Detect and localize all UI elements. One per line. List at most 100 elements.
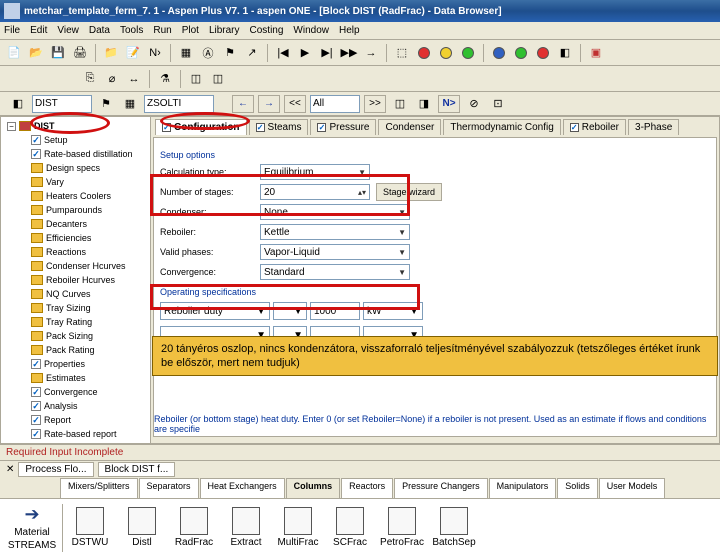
tb-ff-icon[interactable]: ▶▶ <box>339 43 359 63</box>
nav-p2-icon[interactable]: ◨ <box>414 94 434 114</box>
tb2-b1-icon[interactable]: ◫ <box>186 69 206 89</box>
menu-plot[interactable]: Plot <box>182 25 199 36</box>
tb-prev-icon[interactable]: |◀ <box>273 43 293 63</box>
tb-flag-icon[interactable]: ⚑ <box>220 43 240 63</box>
tree-item[interactable]: Analysis <box>1 399 150 413</box>
tb-dot-green2[interactable] <box>511 43 531 63</box>
tb-cube-icon[interactable]: ◧ <box>555 43 575 63</box>
tb-open-icon[interactable]: 📂 <box>26 43 46 63</box>
tree-item[interactable]: User Subroutines <box>1 441 150 443</box>
valid-phases-select[interactable]: Vapor-Liquid▼ <box>260 244 410 260</box>
nav-grid-icon[interactable]: ▦ <box>120 94 140 114</box>
tree-item[interactable]: Convergence <box>1 385 150 399</box>
nav-n-button[interactable]: N> <box>438 95 460 113</box>
spec1-basis-select[interactable]: ▼ <box>273 302 307 320</box>
palette-item[interactable]: DSTWU <box>65 507 115 548</box>
menu-tools[interactable]: Tools <box>120 25 143 36</box>
tree-item[interactable]: NQ Curves <box>1 287 150 301</box>
ptab[interactable]: Mixers/Splitters <box>60 478 138 498</box>
menu-library[interactable]: Library <box>209 25 240 36</box>
tb-doc-icon[interactable]: 📝 <box>123 43 143 63</box>
tb-next-icon[interactable]: N› <box>145 43 165 63</box>
tb-play-icon[interactable]: ▶ <box>295 43 315 63</box>
tree-item[interactable]: Condenser Hcurves <box>1 259 150 273</box>
ptab[interactable]: Reactors <box>341 478 393 498</box>
reboiler-select[interactable]: Kettle▼ <box>260 224 410 240</box>
palette-item[interactable]: RadFrac <box>169 507 219 548</box>
ptab[interactable]: Columns <box>286 478 341 498</box>
nav-user-select[interactable] <box>144 95 214 113</box>
tab-pressure[interactable]: Pressure <box>310 119 376 135</box>
nav-next-button[interactable]: >> <box>364 95 386 113</box>
menu-file[interactable]: File <box>4 25 20 36</box>
spec1-value-input[interactable]: 1000 <box>310 302 360 320</box>
nav-block-select[interactable] <box>32 95 92 113</box>
palette-material[interactable]: ➔ Material STREAMS <box>4 504 60 551</box>
ptab[interactable]: Pressure Changers <box>394 478 488 498</box>
stage-wizard-button[interactable]: Stage wizard <box>376 183 442 201</box>
tb-grid-icon[interactable]: ▦ <box>176 43 196 63</box>
tb-a-icon[interactable]: Ⓐ <box>198 43 218 63</box>
spec1-unit-select[interactable]: kW▼ <box>363 302 423 320</box>
tree-item[interactable]: Decanters <box>1 217 150 231</box>
nav-scope-select[interactable] <box>310 95 360 113</box>
tree-item[interactable]: Rate-based distillation <box>1 147 150 161</box>
stages-input[interactable]: 20▴▾ <box>260 184 370 200</box>
tree-item[interactable]: Reactions <box>1 245 150 259</box>
tree-item[interactable]: Pumparounds <box>1 203 150 217</box>
menu-view[interactable]: View <box>57 25 79 36</box>
ptab[interactable]: User Models <box>599 478 666 498</box>
menu-help[interactable]: Help <box>339 25 360 36</box>
tab-reboiler[interactable]: Reboiler <box>563 119 626 135</box>
menu-costing[interactable]: Costing <box>250 25 284 36</box>
tree-item[interactable]: Pack Rating <box>1 343 150 357</box>
tb-square-icon[interactable]: ⬚ <box>392 43 412 63</box>
ptab[interactable]: Heat Exchangers <box>200 478 285 498</box>
tb-go-icon[interactable]: → <box>361 43 381 63</box>
palette-item[interactable]: BatchSep <box>429 507 479 548</box>
condenser-select[interactable]: None▼ <box>260 204 410 220</box>
nav-x1-icon[interactable]: ⊘ <box>464 94 484 114</box>
tab-streams[interactable]: Steams <box>249 119 309 135</box>
tb-dot-red2[interactable] <box>533 43 553 63</box>
calc-type-select[interactable]: Equilibrium▼ <box>260 164 370 180</box>
tb2-a-icon[interactable]: ⚗ <box>155 69 175 89</box>
tb-step-icon[interactable]: ▶| <box>317 43 337 63</box>
tb-dot-yellow[interactable] <box>436 43 456 63</box>
convergence-select[interactable]: Standard▼ <box>260 264 410 280</box>
tree-item[interactable]: Reboiler Hcurves <box>1 273 150 287</box>
nav-tree-icon[interactable]: ◧ <box>8 94 28 114</box>
tree-item[interactable]: Tray Sizing <box>1 301 150 315</box>
menu-data[interactable]: Data <box>89 25 110 36</box>
tree-item[interactable]: Efficiencies <box>1 231 150 245</box>
tb-dot-blue[interactable] <box>489 43 509 63</box>
tb-arrow-icon[interactable]: ↗ <box>242 43 262 63</box>
palette-item[interactable]: Distl <box>117 507 167 548</box>
nav-back-button[interactable]: ← <box>232 95 254 113</box>
tab-3phase[interactable]: 3-Phase <box>628 119 679 135</box>
menu-edit[interactable]: Edit <box>30 25 47 36</box>
ptab[interactable]: Solids <box>557 478 598 498</box>
tb2-align-icon[interactable]: ↔ <box>124 69 144 89</box>
tb-save-icon[interactable]: 💾 <box>48 43 68 63</box>
ptab[interactable]: Separators <box>139 478 199 498</box>
tree-item[interactable]: Design specs <box>1 161 150 175</box>
tree-item[interactable]: Properties <box>1 357 150 371</box>
tree-item[interactable]: Pack Sizing <box>1 329 150 343</box>
nav-prev-button[interactable]: << <box>284 95 306 113</box>
menu-window[interactable]: Window <box>293 25 329 36</box>
palette-item[interactable]: PetroFrac <box>377 507 427 548</box>
palette-item[interactable]: MultiFrac <box>273 507 323 548</box>
tb-dot-green[interactable] <box>458 43 478 63</box>
nav-flag-icon[interactable]: ⚑ <box>96 94 116 114</box>
tb2-copy-icon[interactable]: ⎘ <box>80 69 100 89</box>
tb2-cut-icon[interactable]: ⌀ <box>102 69 122 89</box>
menu-run[interactable]: Run <box>153 25 171 36</box>
nav-x2-icon[interactable]: ⊡ <box>488 94 508 114</box>
tb-dot-red[interactable] <box>414 43 434 63</box>
tree-item[interactable]: Heaters Coolers <box>1 189 150 203</box>
palette-item[interactable]: Extract <box>221 507 271 548</box>
tb2-b2-icon[interactable]: ◫ <box>208 69 228 89</box>
tb-print-icon[interactable]: 🖨 <box>70 43 90 63</box>
tree-root[interactable]: − DIST <box>1 119 150 133</box>
